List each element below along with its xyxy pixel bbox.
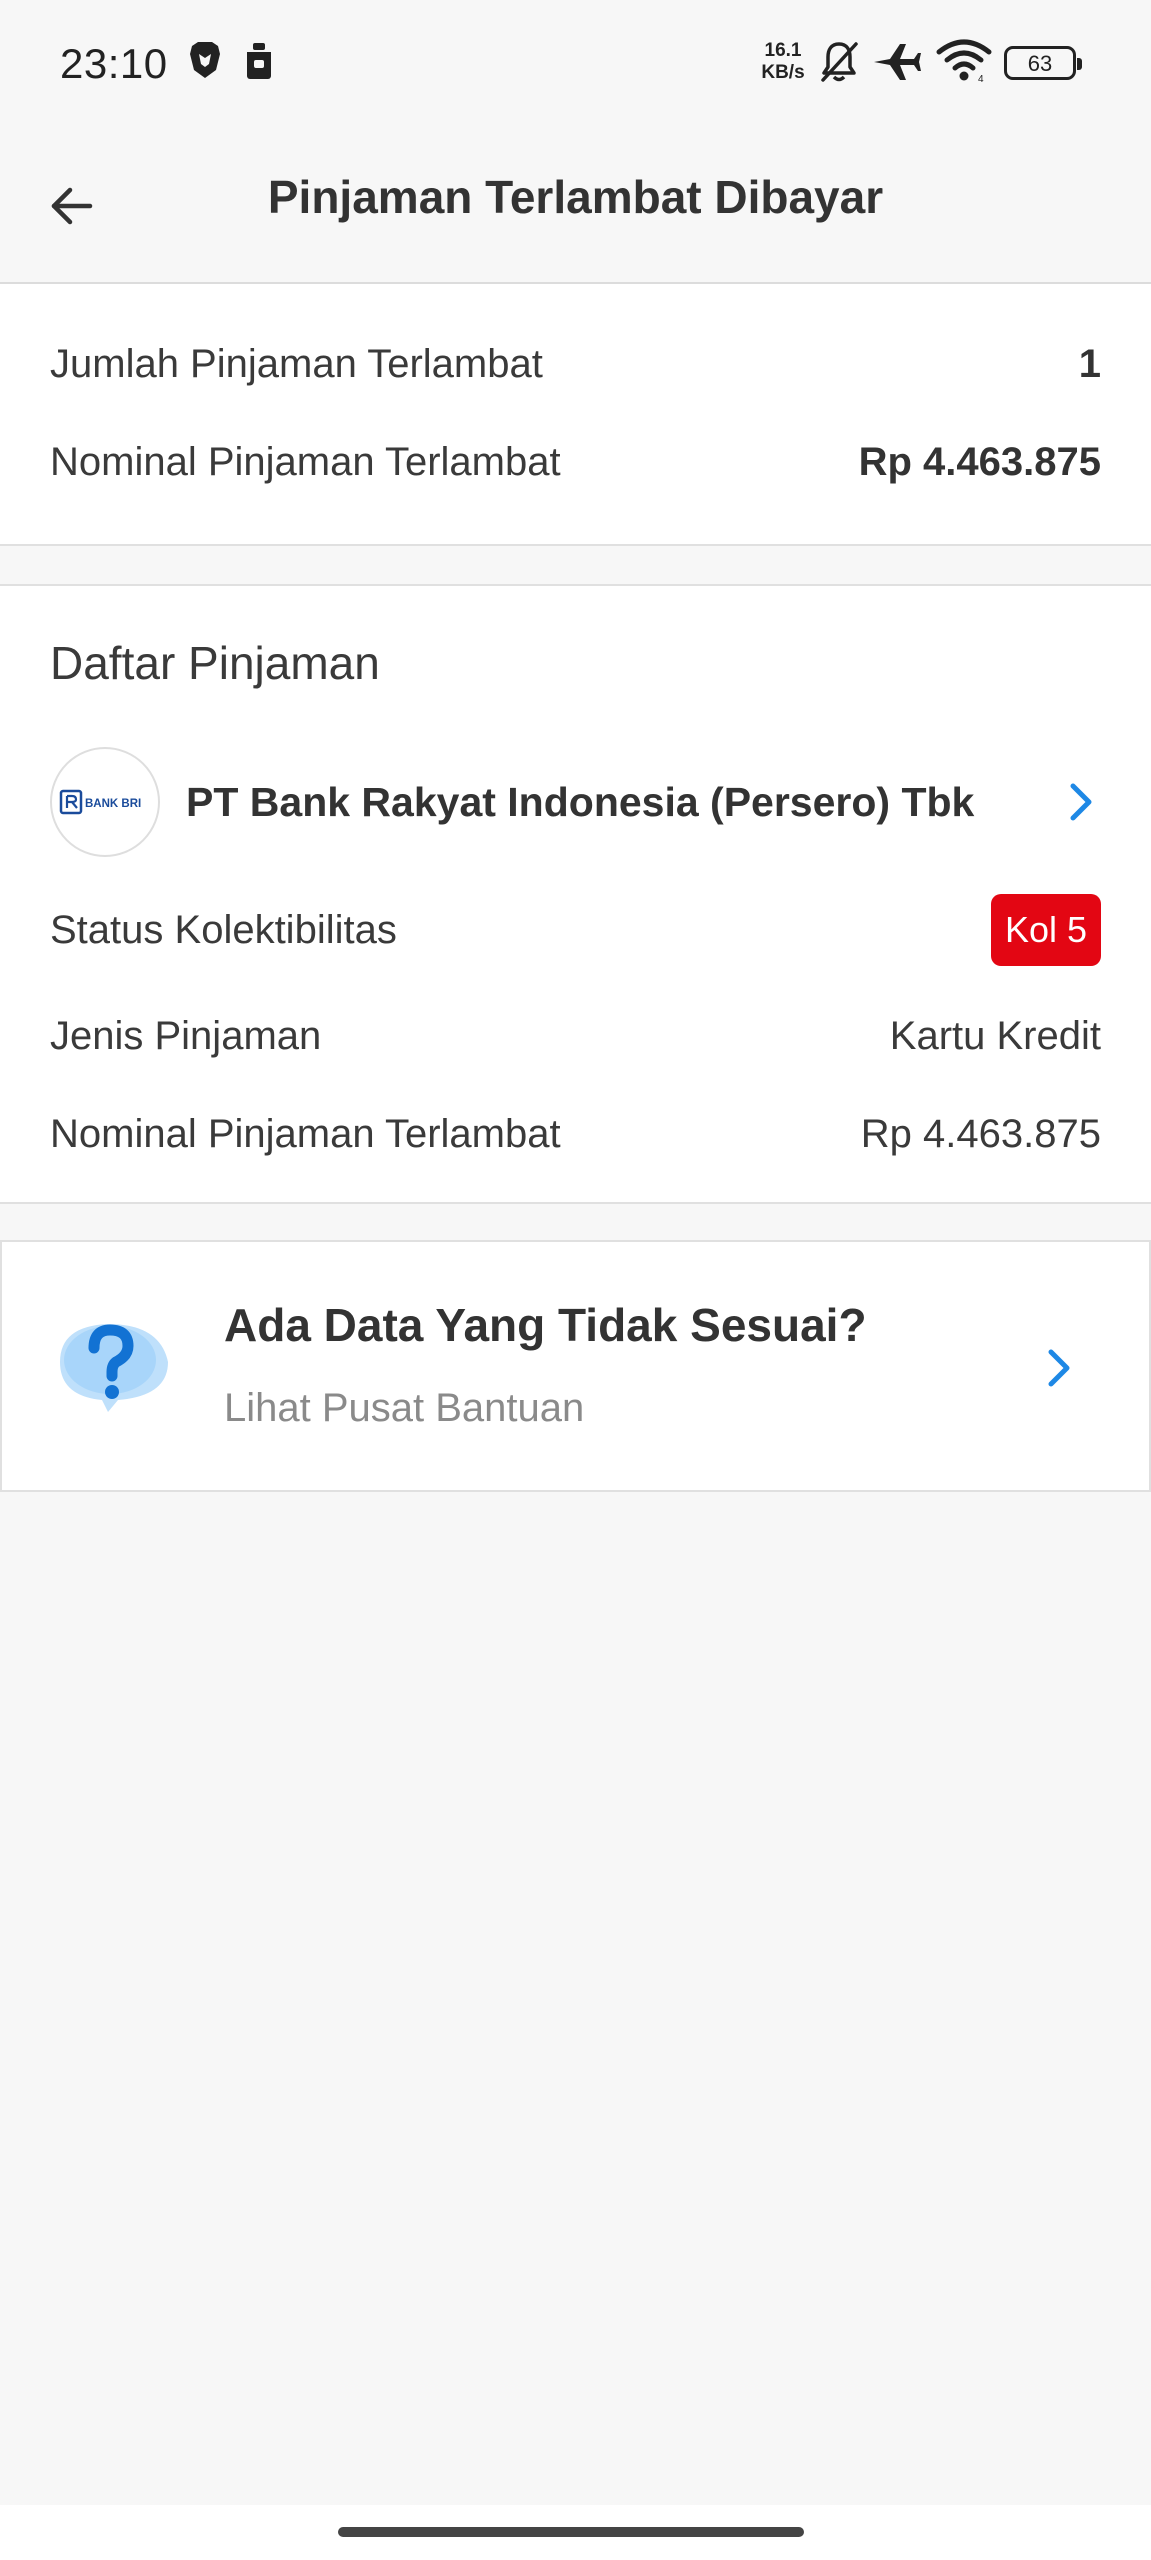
- summary-count-label: Jumlah Pinjaman Terlambat: [50, 342, 543, 386]
- wifi-icon: 4: [936, 38, 992, 89]
- loan-list-card: Daftar Pinjaman BANK BRI PT Bank Rakyat …: [0, 584, 1151, 1204]
- bank-row[interactable]: BANK BRI PT Bank Rakyat Indonesia (Perse…: [50, 746, 1101, 858]
- brave-icon: [188, 40, 222, 85]
- status-bar: 23:10 16.1 KB/s 4 63: [0, 0, 1151, 128]
- summary-nominal-label: Nominal Pinjaman Terlambat: [50, 440, 561, 484]
- home-indicator[interactable]: [338, 2527, 804, 2537]
- loan-type-row: Jenis Pinjaman Kartu Kredit: [50, 1014, 1101, 1059]
- airplane-icon: [872, 40, 922, 89]
- summary-nominal-row: Nominal Pinjaman Terlambat Rp 4.463.875: [50, 440, 1101, 485]
- summary-card: Jumlah Pinjaman Terlambat 1 Nominal Pinj…: [0, 284, 1151, 546]
- loan-nominal-value: Rp 4.463.875: [860, 1112, 1101, 1156]
- bank-logo-text: BANK BRI: [85, 798, 141, 810]
- summary-count-row: Jumlah Pinjaman Terlambat 1: [50, 342, 1101, 387]
- help-title: Ada Data Yang Tidak Sesuai?: [224, 1299, 867, 1351]
- loan-type-label: Jenis Pinjaman: [50, 1014, 322, 1058]
- status-label: Status Kolektibilitas: [50, 907, 397, 952]
- chevron-right-icon: [1061, 772, 1101, 832]
- app-header: Pinjaman Terlambat Dibayar: [0, 128, 1151, 284]
- question-bubble-icon: [52, 1312, 176, 1424]
- summary-count-value: 1: [1078, 342, 1101, 386]
- summary-nominal-value: Rp 4.463.875: [858, 440, 1101, 484]
- chevron-right-icon: [1039, 1338, 1079, 1398]
- loan-nominal-label: Nominal Pinjaman Terlambat: [50, 1112, 561, 1156]
- network-speed: 16.1 KB/s: [758, 40, 808, 84]
- loan-type-value: Kartu Kredit: [889, 1014, 1101, 1058]
- network-speed-unit: KB/s: [761, 62, 805, 83]
- gesture-nav-area: [0, 2505, 1151, 2560]
- status-badge: Kol 5: [990, 894, 1101, 966]
- svg-text:4: 4: [978, 74, 984, 84]
- battery-icon: 63: [1004, 46, 1082, 80]
- help-center-card[interactable]: Ada Data Yang Tidak Sesuai? Lihat Pusat …: [0, 1240, 1151, 1492]
- page-title: Pinjaman Terlambat Dibayar: [267, 171, 884, 223]
- battery-tip: [1077, 58, 1082, 70]
- network-speed-value: 16.1: [764, 40, 802, 61]
- loan-nominal-row: Nominal Pinjaman Terlambat Rp 4.463.875: [50, 1112, 1101, 1157]
- loan-list-title: Daftar Pinjaman: [50, 637, 380, 689]
- battery-level: 63: [1027, 51, 1053, 76]
- help-link[interactable]: Lihat Pusat Bantuan: [224, 1386, 584, 1431]
- status-row: Status Kolektibilitas Kol 5: [50, 894, 1101, 966]
- mute-bell-icon: [818, 40, 860, 89]
- bank-bri-logo: BANK BRI: [50, 747, 160, 857]
- status-time: 23:10: [60, 40, 168, 87]
- notification-bag-icon: [244, 42, 274, 85]
- screen: 23:10 16.1 KB/s 4 63 Pinjaman Terlambat …: [0, 0, 1151, 2560]
- bank-name: PT Bank Rakyat Indonesia (Persero) Tbk: [186, 778, 975, 825]
